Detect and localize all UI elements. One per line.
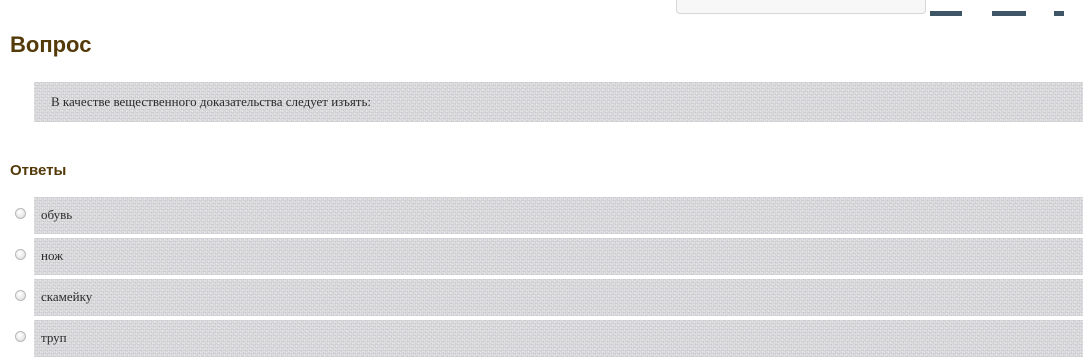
answer-box[interactable]: обувь xyxy=(34,197,1083,234)
radio-button[interactable] xyxy=(15,331,26,342)
answer-label: обувь xyxy=(41,207,73,222)
answer-label: скамейку xyxy=(41,289,93,304)
top-search-input[interactable] xyxy=(676,0,926,14)
answer-label: труп xyxy=(41,330,67,345)
answers-heading: Ответы xyxy=(10,162,67,179)
toolbar-icon[interactable] xyxy=(992,11,1026,16)
radio-button[interactable] xyxy=(15,290,26,301)
answer-box[interactable]: нож xyxy=(34,238,1083,275)
quiz-page: Вопрос В качестве вещественного доказате… xyxy=(0,0,1083,361)
answer-option[interactable]: обувь xyxy=(0,197,1083,238)
answer-option[interactable]: нож xyxy=(0,238,1083,279)
answer-box[interactable]: труп xyxy=(34,320,1083,357)
question-box: В качестве вещественного доказательства … xyxy=(34,82,1083,122)
toolbar-icon[interactable] xyxy=(930,11,962,16)
answer-option[interactable]: скамейку xyxy=(0,279,1083,320)
answer-list: обувь нож скамейку труп xyxy=(0,197,1083,361)
answer-label: нож xyxy=(41,248,64,263)
answer-option[interactable]: труп xyxy=(0,320,1083,361)
question-text: В качестве вещественного доказательства … xyxy=(51,94,372,109)
question-title: Вопрос xyxy=(10,32,92,57)
toolbar-icon[interactable] xyxy=(1054,11,1064,16)
radio-button[interactable] xyxy=(15,208,26,219)
radio-button[interactable] xyxy=(15,249,26,260)
answer-box[interactable]: скамейку xyxy=(34,279,1083,316)
top-toolbar-icons xyxy=(930,0,1080,18)
